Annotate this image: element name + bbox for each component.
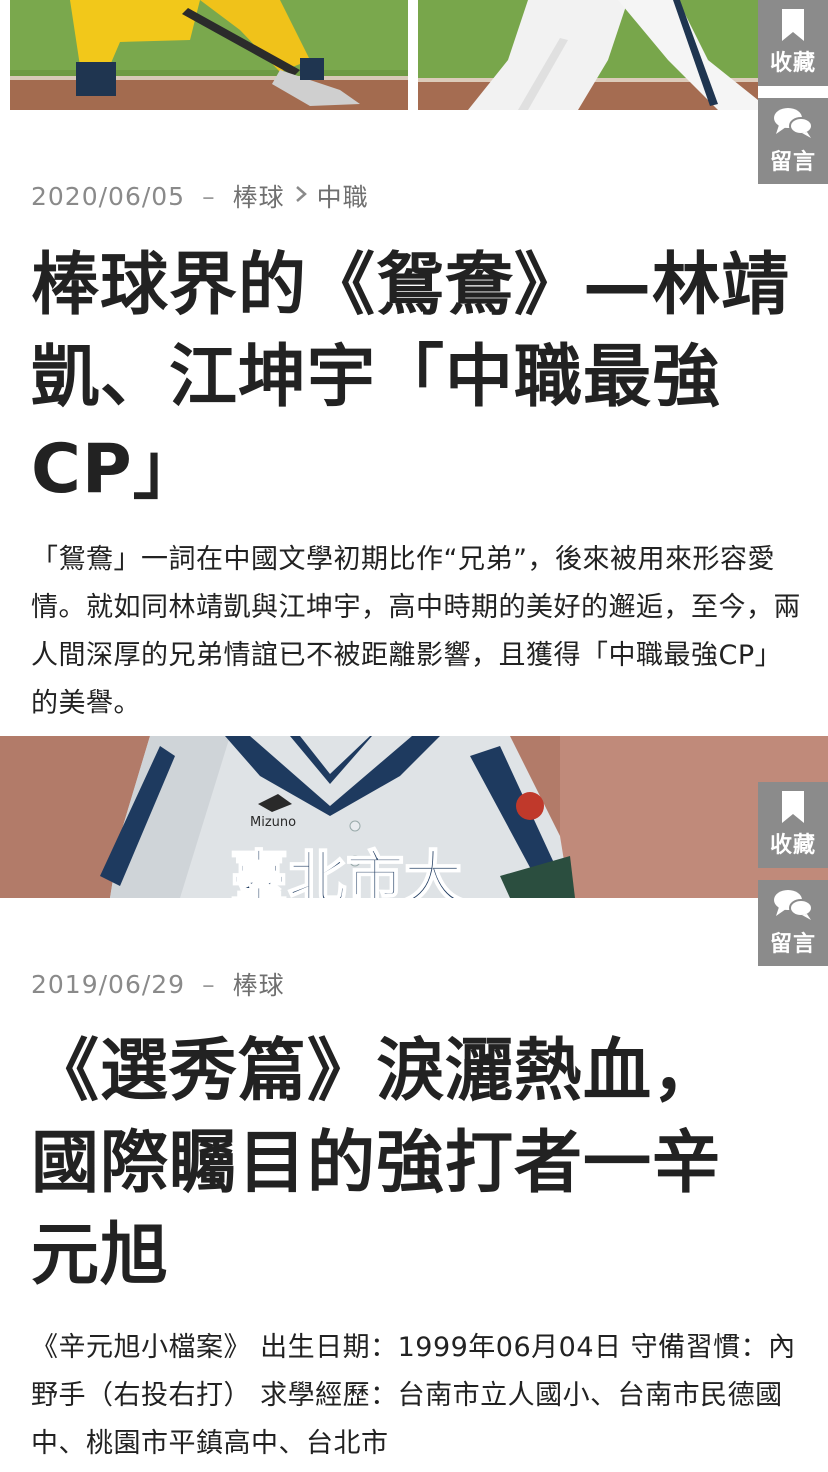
meta-separator: –: [202, 181, 216, 211]
jersey-text: 臺北市大: [230, 844, 462, 898]
article-1-photo-left-image: [10, 0, 408, 110]
bookmark-label: 收藏: [769, 833, 816, 858]
article-1-excerpt: 「鴛鴦」一詞在中國文學初期比作“兄弟”，後來被用來形容愛情。就如同林靖凱與江坤宇…: [31, 544, 801, 719]
bookmark-label: 收藏: [769, 51, 816, 76]
jersey-brand-text: Mizuno: [250, 815, 296, 830]
bookmark-icon: [782, 9, 804, 41]
article-1-category-link[interactable]: 棒球: [233, 178, 285, 214]
comment-label: 留言: [769, 150, 816, 175]
bookmark-button[interactable]: 收藏: [758, 782, 828, 868]
chevron-right-icon: [295, 184, 307, 209]
article-card-2: Mizuno 臺北市大 收藏 留言 2019/06/29 – 棒球 《選秀篇》淚…: [0, 736, 828, 1472]
bookmark-icon: [782, 791, 804, 823]
article-2-title[interactable]: 《選秀篇》淚灑熱血，國際矚目的強打者一辛元旭: [31, 1026, 771, 1302]
comment-icon: [774, 890, 813, 920]
comment-button[interactable]: 留言: [758, 98, 828, 184]
article-1-date: 2020/06/05: [31, 181, 186, 211]
article-2-photo-image: Mizuno 臺北市大: [0, 736, 828, 898]
article-2-category-link[interactable]: 棒球: [233, 966, 285, 1002]
meta-separator: –: [202, 969, 216, 999]
article-1-title[interactable]: 棒球界的《鴛鴦》—林靖凱、江坤宇「中職最強CP」: [31, 240, 791, 516]
article-card-1: 收藏 留言 2020/06/05 – 棒球 中職 棒球界的《鴛鴦》—林靖凱、江坤…: [0, 0, 828, 730]
comment-label: 留言: [769, 932, 816, 957]
comment-button[interactable]: 留言: [758, 880, 828, 966]
article-2-meta: 2019/06/29 – 棒球: [31, 966, 285, 1002]
article-1-photo-right[interactable]: [418, 0, 758, 110]
article-2-date: 2019/06/29: [31, 969, 186, 999]
article-1-meta: 2020/06/05 – 棒球 中職: [31, 178, 369, 214]
comment-icon: [774, 108, 813, 138]
article-1-subcategory-link[interactable]: 中職: [317, 178, 369, 214]
article-2-excerpt: 《辛元旭小檔案》 出生日期：1999年06月04日 守備習慣：內野手（右投右打）…: [31, 1332, 796, 1459]
article-2-photo[interactable]: Mizuno 臺北市大: [0, 736, 828, 898]
article-1-photo-left[interactable]: [10, 0, 408, 110]
bookmark-button[interactable]: 收藏: [758, 0, 828, 86]
article-1-photo-right-image: [418, 0, 758, 110]
